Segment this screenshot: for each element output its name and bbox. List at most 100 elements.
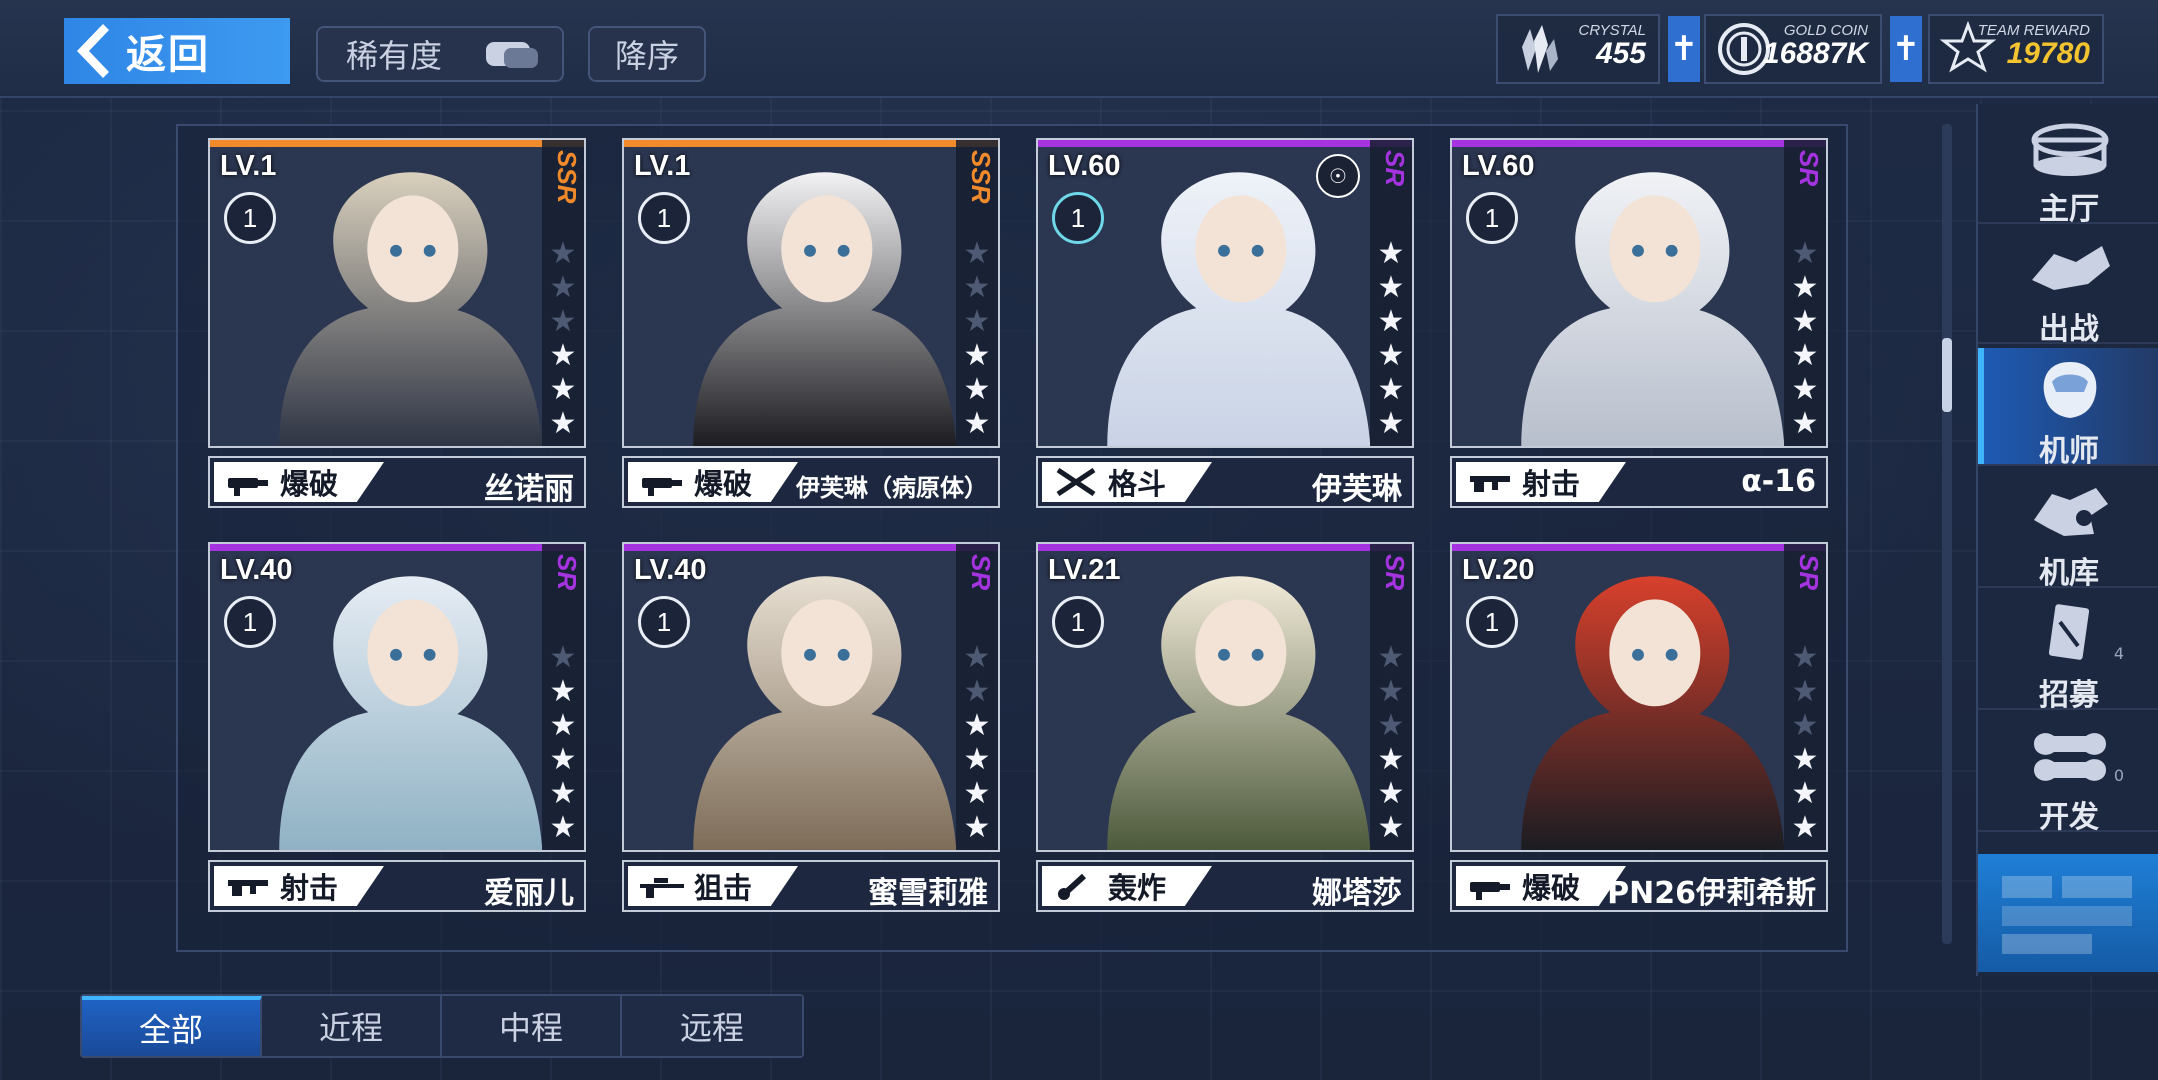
pilot-type: 爆破 bbox=[1522, 871, 1581, 905]
toggle-icon bbox=[486, 42, 538, 68]
pilot-name: 伊芙琳 bbox=[1312, 472, 1402, 507]
sidebar-item-label: 机师 bbox=[2039, 434, 2099, 469]
pilot-nameplate: 射击 爱丽儿 bbox=[208, 860, 586, 912]
sidebar-item-hall[interactable]: 主厅 bbox=[1978, 106, 2158, 227]
back-label: 返回 bbox=[126, 32, 210, 78]
pilot-type-tag: 爆破 bbox=[214, 462, 384, 502]
star-icon: ★ bbox=[963, 742, 991, 777]
star-icon: ★ bbox=[1377, 236, 1405, 271]
pilot-name: 娜塔莎 bbox=[1312, 876, 1402, 911]
star-icon: ★ bbox=[1791, 304, 1819, 339]
pilot-nameplate: 爆破 PN26伊莉希斯 bbox=[1450, 860, 1828, 912]
star-rating: ★ ★ ★ ★ ★ ★ bbox=[546, 238, 580, 440]
sort-rarity-button[interactable]: 稀有度 bbox=[316, 26, 564, 82]
pilot-level: LV.60 bbox=[1048, 150, 1121, 182]
pilot-card[interactable]: LV.1 1 SSR ★ ★ ★ ★ ★ ★ 爆破 丝诺丽 bbox=[208, 138, 586, 508]
pilot-nameplate: 狙击 蜜雪莉雅 bbox=[622, 860, 1000, 912]
pilot-portrait: LV.1 1 SSR ★ ★ ★ ★ ★ ★ bbox=[622, 138, 1000, 448]
pilot-card[interactable]: LV.21 1 SR ★ ★ ★ ★ ★ ★ 轰炸 娜塔莎 bbox=[1036, 542, 1414, 912]
sidebar-item-sortie[interactable]: 出战 bbox=[1978, 226, 2158, 347]
pilot-card[interactable]: LV.40 1 SR ★ ★ ★ ★ ★ ★ 狙击 蜜雪莉雅 bbox=[622, 542, 1000, 912]
base-map-icon bbox=[2002, 876, 2132, 954]
scrollbar-thumb[interactable] bbox=[1942, 338, 1952, 412]
pilot-card[interactable]: LV.40 1 SR ★ ★ ★ ★ ★ ★ 射击 爱丽儿 bbox=[208, 542, 586, 912]
pilot-type: 射击 bbox=[280, 871, 339, 905]
star-icon: ★ bbox=[1377, 810, 1405, 845]
star-icon: ★ bbox=[1377, 338, 1405, 373]
pilot-nameplate: 爆破 伊芙琳（病原体） bbox=[622, 456, 1000, 508]
pilot-type: 狙击 bbox=[694, 871, 753, 905]
pilot-name: 伊芙琳（病原体） bbox=[796, 474, 988, 502]
sidebar-item-develop[interactable]: 0 开发 bbox=[1978, 714, 2158, 835]
sidebar-item-pilots[interactable]: 机师 bbox=[1978, 348, 2158, 469]
sidebar-item-hangar[interactable]: 机库 bbox=[1978, 470, 2158, 591]
pilot-type: 轰炸 bbox=[1108, 871, 1167, 905]
tab-short-range[interactable]: 近程 bbox=[262, 996, 442, 1056]
rarity-column: SR ★ ★ ★ ★ ★ ★ bbox=[542, 544, 584, 850]
pilot-nameplate: 爆破 丝诺丽 bbox=[208, 456, 586, 508]
pilot-level: LV.1 bbox=[634, 150, 691, 182]
range-filter-tabs: 全部 近程 中程 远程 bbox=[80, 994, 804, 1058]
sidebar-item-label: 出战 bbox=[2039, 312, 2099, 347]
rarity-label: SSR bbox=[552, 150, 582, 204]
star-icon: ★ bbox=[549, 674, 577, 709]
guard-lock-icon: ☉ bbox=[1316, 154, 1360, 198]
star-icon: ★ bbox=[549, 372, 577, 407]
star-icon: ★ bbox=[1791, 236, 1819, 271]
pilot-level: LV.20 bbox=[1462, 554, 1535, 586]
star-icon: ★ bbox=[549, 338, 577, 373]
tab-all[interactable]: 全部 bbox=[82, 996, 262, 1056]
pilot-card[interactable]: LV.60 1 SR ★ ★ ★ ★ ★ ★ 射击 α-16 bbox=[1450, 138, 1828, 508]
demolition-icon bbox=[642, 478, 682, 496]
pilot-type-tag: 射击 bbox=[1456, 462, 1626, 502]
rarity-column: SR ★ ★ ★ ★ ★ ★ bbox=[1784, 140, 1826, 446]
star-icon: ★ bbox=[963, 674, 991, 709]
tab-mid-range[interactable]: 中程 bbox=[442, 996, 622, 1056]
star-icon: ★ bbox=[1791, 406, 1819, 441]
pilot-card[interactable]: LV.20 1 SR ★ ★ ★ ★ ★ ★ 爆破 PN26伊莉希斯 bbox=[1450, 542, 1828, 912]
rank-badge: 1 bbox=[224, 192, 276, 244]
scrollbar[interactable] bbox=[1942, 124, 1952, 944]
star-rating: ★ ★ ★ ★ ★ ★ bbox=[960, 642, 994, 844]
pilot-card[interactable]: LV.1 1 SSR ★ ★ ★ ★ ★ ★ 爆破 伊芙琳（病原体） bbox=[622, 138, 1000, 508]
pilot-type: 爆破 bbox=[694, 467, 753, 501]
star-icon: ★ bbox=[1377, 372, 1405, 407]
pilot-portrait: LV.40 1 SR ★ ★ ★ ★ ★ ★ bbox=[622, 542, 1000, 852]
wrench-icon bbox=[2034, 733, 2106, 781]
star-icon: ★ bbox=[1791, 708, 1819, 743]
recruit-count: 4 bbox=[2113, 644, 2124, 663]
add-gold-button[interactable]: ✝ bbox=[1890, 16, 1922, 82]
rarity-stripe bbox=[1038, 544, 1412, 551]
pilot-nameplate: 轰炸 娜塔莎 bbox=[1036, 860, 1414, 912]
rarity-stripe bbox=[1452, 544, 1826, 551]
tab-long-range[interactable]: 远程 bbox=[622, 996, 802, 1056]
star-icon: ★ bbox=[963, 304, 991, 339]
sort-rarity-label: 稀有度 bbox=[346, 37, 443, 75]
star-icon: ★ bbox=[1377, 708, 1405, 743]
crystal-counter: CRYSTAL 455 bbox=[1496, 14, 1660, 84]
rarity-stripe bbox=[210, 544, 584, 551]
base-map-button[interactable] bbox=[1978, 854, 2158, 972]
star-icon: ★ bbox=[1377, 776, 1405, 811]
add-crystal-button[interactable]: ✝ bbox=[1668, 16, 1700, 82]
sort-order-label: 降序 bbox=[614, 37, 679, 75]
top-bar: 返回 稀有度 降序 CRYSTAL 455 ✝ GOLD COIN 16887K… bbox=[0, 0, 2158, 98]
pilot-portrait: LV.20 1 SR ★ ★ ★ ★ ★ ★ bbox=[1450, 542, 1828, 852]
star-icon: ★ bbox=[549, 270, 577, 305]
star-icon: ★ bbox=[1791, 640, 1819, 675]
pilot-name: α-16 bbox=[1741, 464, 1816, 499]
back-button[interactable]: 返回 bbox=[64, 18, 290, 84]
rank-badge: 1 bbox=[1052, 596, 1104, 648]
star-icon: ★ bbox=[549, 236, 577, 271]
pilot-type-tag: 爆破 bbox=[628, 462, 798, 502]
pilot-name: 蜜雪莉雅 bbox=[868, 876, 988, 911]
team-reward-value: 19780 bbox=[2006, 37, 2090, 70]
sidebar-item-recruit[interactable]: 4 招募 bbox=[1978, 592, 2158, 713]
pilot-art bbox=[210, 544, 584, 850]
sort-order-button[interactable]: 降序 bbox=[588, 26, 706, 82]
pilot-card[interactable]: LV.60 1 ☉ SR ★ ★ ★ ★ ★ ★ 格斗 伊芙琳 bbox=[1036, 138, 1414, 508]
pilot-art bbox=[210, 140, 584, 446]
star-icon: ★ bbox=[963, 270, 991, 305]
pilot-type: 爆破 bbox=[280, 467, 339, 501]
star-icon: ★ bbox=[1377, 270, 1405, 305]
